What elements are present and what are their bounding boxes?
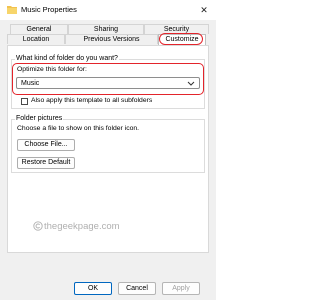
optimize-highlight xyxy=(12,63,204,95)
customize-tab-highlight xyxy=(159,33,203,45)
choose-file-label: Choose File... xyxy=(24,141,68,148)
tab-label: Security xyxy=(163,26,190,33)
apply-button[interactable]: Apply xyxy=(162,282,200,295)
close-button[interactable]: ✕ xyxy=(196,2,212,18)
tab-label: General xyxy=(26,26,52,33)
tab-location[interactable]: Location xyxy=(7,34,65,44)
apply-subfolders-checkbox[interactable] xyxy=(21,98,28,105)
restore-default-button[interactable]: Restore Default xyxy=(17,157,75,169)
apply-subfolders-label[interactable]: Also apply this template to all subfolde… xyxy=(31,97,152,105)
folder-pictures-hint: Choose a file to show on this folder ico… xyxy=(17,125,140,132)
choose-file-button[interactable]: Choose File... xyxy=(17,139,75,151)
tab-general[interactable]: General xyxy=(10,24,68,34)
folder-type-group-label: What kind of folder do you want? xyxy=(15,55,119,63)
tab-previous-versions[interactable]: Previous Versions xyxy=(65,34,158,44)
cancel-button[interactable]: Cancel xyxy=(118,282,156,295)
restore-default-label: Restore Default xyxy=(21,159,71,166)
tab-sharing[interactable]: Sharing xyxy=(68,24,144,34)
watermark-text: thegeekpage.com xyxy=(44,221,120,232)
close-icon: ✕ xyxy=(200,5,208,15)
window-title: Music Properties xyxy=(21,5,77,14)
folder-icon xyxy=(7,6,17,14)
copyright-icon xyxy=(33,221,43,231)
title-bar[interactable]: Music Properties ✕ xyxy=(0,0,216,20)
tab-label: Previous Versions xyxy=(83,36,140,43)
cancel-label: Cancel xyxy=(126,285,148,292)
tab-label: Location xyxy=(22,36,50,43)
ok-button[interactable]: OK xyxy=(74,282,112,295)
tab-label: Sharing xyxy=(93,26,119,33)
apply-label: Apply xyxy=(172,285,190,292)
folder-pictures-group-label: Folder pictures xyxy=(15,115,64,123)
ok-label: OK xyxy=(87,285,99,292)
music-properties-dialog: Music Properties ✕ General Sharing Secur… xyxy=(0,0,216,300)
